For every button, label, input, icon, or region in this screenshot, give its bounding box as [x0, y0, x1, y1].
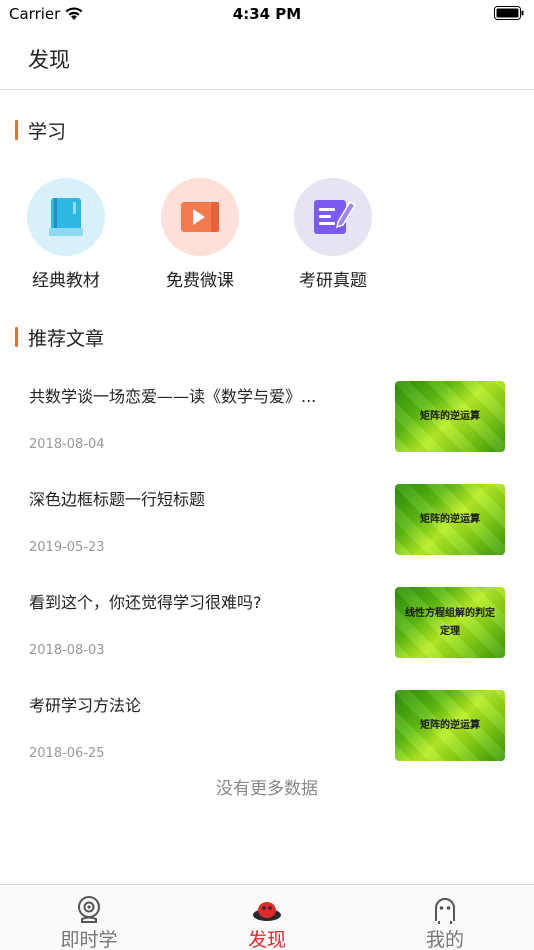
article-date: 2018-08-03 — [29, 643, 105, 658]
profile-icon — [435, 898, 455, 924]
book-icon — [27, 178, 105, 256]
section-accent-bar — [15, 120, 18, 140]
thumbnail-caption: 矩阵的逆运算 — [420, 513, 480, 525]
learning-section-title: 学习 — [28, 121, 67, 143]
tab-label: 我的 — [425, 929, 464, 950]
learn-label: 考研真题 — [299, 271, 367, 291]
status-bar: Carrier 4:34 PM — [0, 0, 534, 30]
article-thumbnail: 矩阵的逆运算 — [395, 381, 505, 452]
learn-item-exam-papers[interactable]: 考研真题 — [293, 178, 373, 291]
article-date: 2018-08-04 — [29, 437, 105, 452]
article-item[interactable]: 深色边框标题一行短标题 2019-05-23 矩阵的逆运算 — [0, 484, 534, 584]
tab-label: 发现 — [247, 929, 286, 950]
thumbnail-caption: 线性方程组解的判定定理 — [405, 607, 495, 637]
discover-icon — [253, 902, 281, 921]
thumbnail-caption: 矩阵的逆运算 — [420, 410, 480, 422]
article-item[interactable]: 看到这个，你还觉得学习很难吗? 2018-08-03 线性方程组解的判定定理 — [0, 587, 534, 687]
tab-mine[interactable]: 我的 — [356, 885, 534, 950]
video-icon — [161, 178, 239, 256]
battery-icon — [494, 6, 524, 20]
nav-header: 发现 — [0, 30, 534, 90]
article-thumbnail: 矩阵的逆运算 — [395, 484, 505, 555]
article-title: 共数学谈一场恋爱——读《数学与爱》... — [29, 387, 317, 406]
page-title: 发现 — [28, 48, 70, 72]
article-title: 看到这个，你还觉得学习很难吗? — [29, 593, 262, 612]
webcam-icon — [78, 896, 100, 923]
thumbnail-caption: 矩阵的逆运算 — [420, 719, 480, 731]
learn-item-textbooks[interactable]: 经典教材 — [26, 178, 106, 291]
article-thumbnail: 矩阵的逆运算 — [395, 690, 505, 761]
section-accent-bar — [15, 327, 18, 347]
article-item[interactable]: 共数学谈一场恋爱——读《数学与爱》... 2018-08-04 矩阵的逆运算 — [0, 381, 534, 481]
edit-icon — [294, 178, 372, 256]
tab-instant-learn[interactable]: 即时学 — [0, 885, 178, 950]
no-more-data-label: 没有更多数据 — [216, 779, 318, 799]
article-title: 考研学习方法论 — [29, 696, 142, 715]
articles-section-title: 推荐文章 — [28, 328, 105, 350]
article-date: 2018-06-25 — [29, 746, 105, 761]
tab-bar: 即时学 发现 我的 — [0, 884, 534, 950]
article-thumbnail: 线性方程组解的判定定理 — [395, 587, 505, 658]
learn-label: 免费微课 — [166, 271, 234, 291]
learn-label: 经典教材 — [32, 271, 100, 291]
status-time: 4:34 PM — [232, 5, 302, 23]
learn-item-micro-courses[interactable]: 免费微课 — [160, 178, 240, 291]
tab-label: 即时学 — [60, 929, 118, 950]
article-date: 2019-05-23 — [29, 540, 105, 555]
tab-discover[interactable]: 发现 — [178, 885, 356, 950]
article-title: 深色边框标题一行短标题 — [29, 490, 206, 509]
